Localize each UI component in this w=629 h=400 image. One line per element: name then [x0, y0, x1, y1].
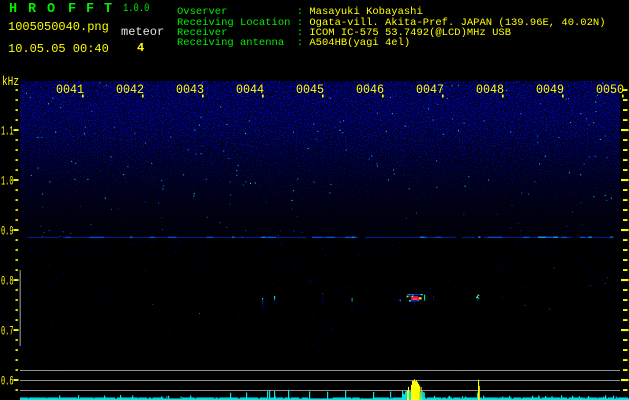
svg-text:0.7: 0.7: [1, 325, 13, 339]
svg-text:0.9: 0.9: [1, 225, 13, 239]
svg-text:0050: 0050: [596, 83, 624, 97]
svg-text:0045: 0045: [296, 83, 324, 97]
svg-text:kHz: kHz: [2, 75, 19, 89]
svg-text:0042: 0042: [116, 83, 144, 97]
svg-text:0049: 0049: [536, 83, 564, 97]
svg-text:0043: 0043: [176, 83, 204, 97]
svg-text:0044: 0044: [236, 83, 264, 97]
svg-text:0047: 0047: [416, 83, 444, 97]
svg-text:0.8: 0.8: [1, 275, 13, 289]
svg-text:1.1: 1.1: [1, 125, 13, 139]
svg-text:0046: 0046: [356, 83, 384, 97]
svg-text:1.0: 1.0: [1, 175, 13, 189]
svg-text:0.6: 0.6: [1, 375, 13, 389]
svg-text:0048: 0048: [476, 83, 504, 97]
svg-text:0041: 0041: [56, 83, 84, 97]
